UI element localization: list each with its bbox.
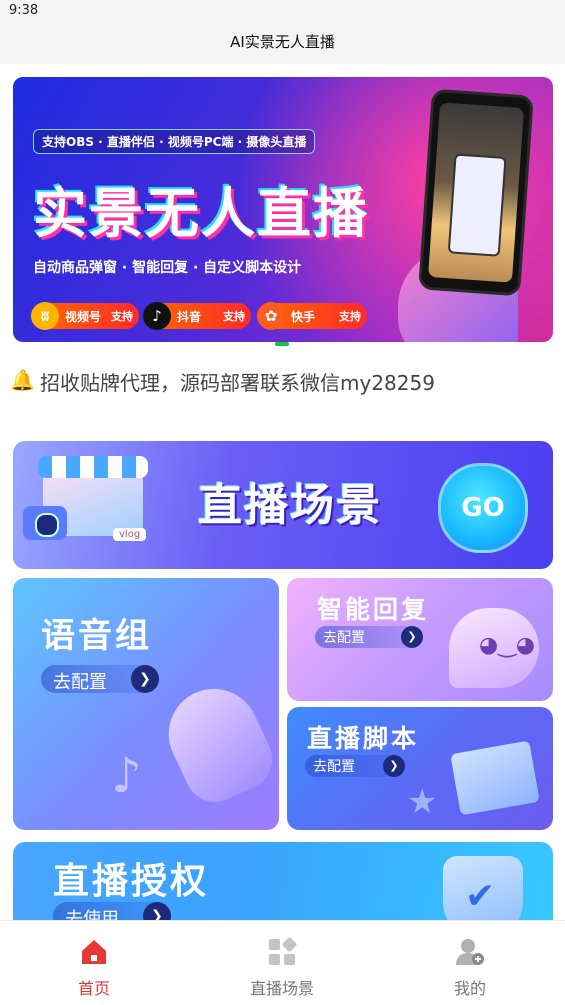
live-script-card[interactable]: 直播脚本 去配置 ❯ ★ bbox=[287, 707, 553, 830]
tab-mine-label: 我的 bbox=[453, 979, 486, 998]
live-auth-title: 直播授权 bbox=[53, 861, 210, 902]
shop-illustration: vlog bbox=[23, 441, 173, 556]
smart-reply-card[interactable]: 智能回复 去配置 ❯ ◕‿◕ bbox=[287, 578, 553, 701]
tab-home[interactable]: 首页 bbox=[0, 921, 188, 1005]
banner-features: 自动商品弹窗 · 智能回复 · 自定义脚本设计 bbox=[33, 260, 302, 276]
home-icon bbox=[82, 940, 106, 964]
user-icon bbox=[456, 939, 484, 965]
tab-live-scene[interactable]: 直播场景 bbox=[188, 921, 376, 1005]
status-bar: 9:38 bbox=[0, 0, 565, 24]
chevron-right-icon: ❯ bbox=[401, 626, 423, 648]
page-title: AI实景无人直播 bbox=[0, 24, 565, 64]
wechat-channels-icon: ʬ bbox=[31, 302, 59, 330]
platform-badge-kuaishou: ✿ 快手 支持 bbox=[257, 302, 367, 330]
platform-badge-wechat-channels: ʬ 视频号 支持 bbox=[31, 302, 139, 330]
music-note-icon: ♪ bbox=[111, 748, 142, 804]
banner-tagline: 支持OBS · 直播伴侣 · 视频号PC端 · 摄像头直播 bbox=[33, 129, 316, 154]
smart-reply-config-button[interactable]: 去配置 ❯ bbox=[315, 626, 423, 648]
douyin-icon: ♪ bbox=[143, 302, 171, 330]
star-icon: ★ bbox=[407, 782, 438, 822]
smart-reply-title: 智能回复 bbox=[317, 595, 430, 624]
bottom-tab-bar: 首页 直播场景 我的 bbox=[0, 920, 565, 1005]
go-button[interactable]: GO bbox=[438, 463, 528, 553]
live-script-config-button[interactable]: 去配置 ❯ bbox=[305, 755, 405, 777]
carousel-indicator bbox=[275, 342, 289, 346]
phone-illustration bbox=[418, 88, 534, 297]
live-scene-title: 直播场景 bbox=[198, 480, 382, 531]
voice-group-card[interactable]: 语音组 去配置 ❯ ♪ bbox=[13, 578, 279, 830]
tab-home-label: 首页 bbox=[77, 979, 110, 998]
platform-badge-douyin: ♪ 抖音 支持 bbox=[143, 302, 251, 330]
promo-banner[interactable]: 支持OBS · 直播伴侣 · 视频号PC端 · 摄像头直播 实景无人直播 自动商… bbox=[13, 77, 553, 342]
status-time: 9:38 bbox=[9, 3, 39, 18]
chevron-right-icon: ❯ bbox=[383, 755, 405, 777]
voice-group-config-button[interactable]: 去配置 ❯ bbox=[41, 665, 159, 693]
smiley-icon: ◕‿◕ bbox=[479, 633, 536, 658]
clapperboard-illustration bbox=[450, 740, 540, 816]
banner-title: 实景无人直播 bbox=[33, 182, 369, 245]
tab-live-scene-label: 直播场景 bbox=[249, 979, 314, 998]
voice-group-title: 语音组 bbox=[41, 616, 152, 656]
chevron-right-icon: ❯ bbox=[131, 665, 159, 693]
tab-mine[interactable]: 我的 bbox=[376, 921, 564, 1005]
live-script-title: 直播脚本 bbox=[307, 724, 420, 753]
bell-icon: 🔔 bbox=[10, 368, 35, 392]
notice-text: 招收贴牌代理，源码部署联系微信my28259 bbox=[40, 371, 435, 395]
kuaishou-icon: ✿ bbox=[257, 302, 285, 330]
microphone-illustration bbox=[153, 674, 279, 812]
grid-icon bbox=[269, 937, 297, 965]
live-scene-card[interactable]: vlog 直播场景 GO bbox=[13, 441, 553, 569]
